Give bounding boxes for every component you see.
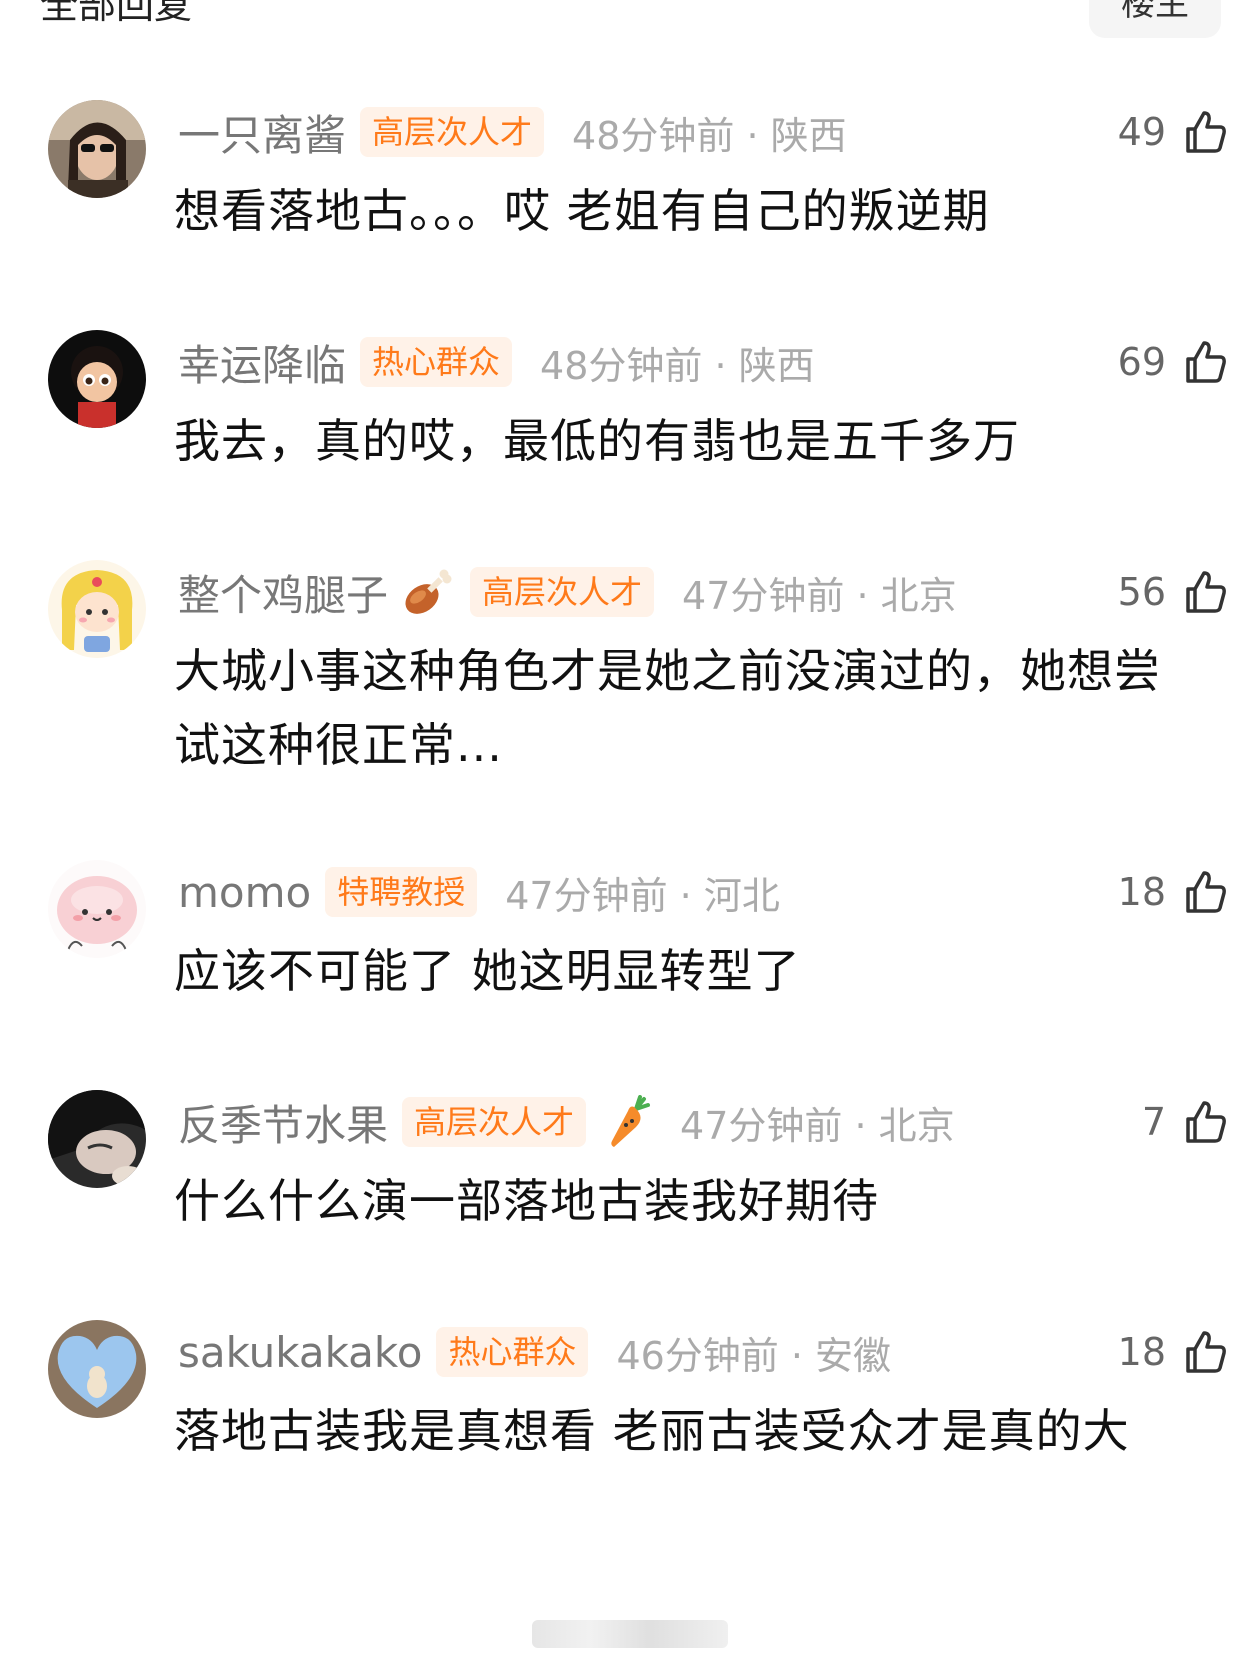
username[interactable]: momo <box>178 868 311 917</box>
time-location: 47分钟前 · 河北 <box>505 873 780 918</box>
user-badge: 热心群众 <box>436 1327 589 1377</box>
username[interactable]: 反季节水果 <box>178 1092 388 1153</box>
thumbs-up-icon[interactable] <box>1180 337 1230 387</box>
time-location: 46分钟前 · 安徽 <box>616 1333 892 1378</box>
avatar-cartoon-girl-icon[interactable] <box>48 330 146 428</box>
thumbs-up-icon[interactable] <box>1180 107 1230 157</box>
avatar-heart-sky-icon[interactable] <box>48 1320 146 1418</box>
reply-header: 全部回复 楼主 <box>0 0 1259 44</box>
like-button[interactable]: 49 <box>1040 102 1230 162</box>
watermark <box>532 1620 728 1648</box>
thumbs-up-icon[interactable] <box>1180 567 1230 617</box>
user-badge: 特聘教授 <box>325 867 478 917</box>
like-count: 56 <box>1117 570 1166 614</box>
time-location: 47分钟前 · 北京 <box>680 1103 955 1148</box>
thumbs-up-icon[interactable] <box>1180 867 1230 917</box>
thumbs-up-icon[interactable] <box>1180 1327 1230 1377</box>
comment-meta: sakukakako 热心群众 46分钟前 · 安徽 <box>178 1322 891 1382</box>
drumstick-icon <box>398 565 456 619</box>
like-count: 49 <box>1117 110 1166 154</box>
thumbs-up-icon[interactable] <box>1180 1097 1230 1147</box>
like-count: 18 <box>1117 1330 1166 1374</box>
time-location: 48分钟前 · 陕西 <box>540 343 815 388</box>
comment-meta: 幸运降临 热心群众 48分钟前 · 陕西 <box>178 332 815 392</box>
username[interactable]: 一只离酱 <box>178 102 346 163</box>
user-badge: 高层次人才 <box>402 1097 587 1147</box>
like-button[interactable]: 56 <box>1040 562 1230 622</box>
like-button[interactable]: 18 <box>1040 1322 1230 1382</box>
comment-text: 我去，真的哎，最低的有翡也是五千多万 <box>174 414 1020 468</box>
sort-button[interactable]: 楼主 <box>1089 0 1221 38</box>
user-badge: 高层次人才 <box>360 107 545 157</box>
time-location: 48分钟前 · 陕西 <box>572 113 847 158</box>
comment-text: 什么什么演一部落地古装我好期待 <box>174 1174 879 1228</box>
like-count: 18 <box>1117 870 1166 914</box>
carrot-icon <box>606 1095 652 1149</box>
like-button[interactable]: 18 <box>1040 862 1230 922</box>
comment-text: 落地古装我是真想看 老丽古装受众才是真的大 <box>174 1404 1130 1458</box>
username[interactable]: sakukakako <box>178 1328 422 1377</box>
comment-text: 想看落地古。。。哎 老姐有自己的叛逆期 <box>174 184 990 238</box>
comment-meta: momo 特聘教授 47分钟前 · 河北 <box>178 862 780 922</box>
comment-meta: 整个鸡腿子 高层次人才 47分钟前 · 北京 <box>178 562 957 622</box>
avatar-photo-woman-sunglasses-icon[interactable] <box>48 100 146 198</box>
comment-text: 大城小事这种角色才是她之前没演过的，她想尝试这种很正常... <box>174 644 1161 772</box>
like-button[interactable]: 7 <box>1040 1092 1230 1152</box>
user-badge: 高层次人才 <box>470 567 655 617</box>
avatar-anime-blonde-icon[interactable] <box>48 560 146 658</box>
like-count: 69 <box>1117 340 1166 384</box>
avatar-photo-dark-hair-icon[interactable] <box>48 1090 146 1188</box>
time-location: 47分钟前 · 北京 <box>682 573 957 618</box>
comment-meta: 反季节水果 高层次人才 47分钟前 · 北京 <box>178 1092 955 1152</box>
username[interactable]: 幸运降临 <box>178 332 346 393</box>
comment-text: 应该不可能了 她这明显转型了 <box>174 944 801 998</box>
comment-meta: 一只离酱 高层次人才 48分钟前 · 陕西 <box>178 102 847 162</box>
user-badge: 热心群众 <box>360 337 513 387</box>
like-button[interactable]: 69 <box>1040 332 1230 392</box>
username[interactable]: 整个鸡腿子 <box>178 562 388 623</box>
avatar-pink-blob-icon[interactable] <box>48 860 146 958</box>
all-replies-title: 全部回复 <box>40 0 193 27</box>
like-count: 7 <box>1141 1100 1166 1144</box>
